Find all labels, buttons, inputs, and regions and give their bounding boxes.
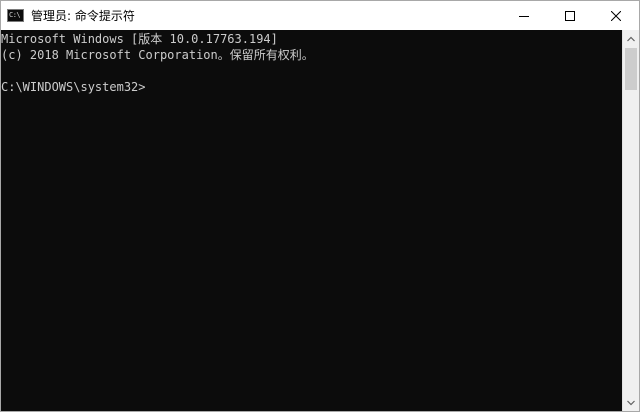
console-output[interactable]: Microsoft Windows [版本 10.0.17763.194] (c… (1, 30, 622, 411)
scrollbar-thumb[interactable] (625, 48, 637, 90)
minimize-icon (519, 15, 529, 17)
maximize-icon (565, 10, 575, 21)
minimize-button[interactable] (501, 1, 547, 30)
console-line-version: Microsoft Windows [版本 10.0.17763.194] (1, 32, 278, 46)
maximize-button[interactable] (547, 1, 593, 30)
command-prompt-line[interactable]: C:\WINDOWS\system32> (1, 79, 622, 95)
chevron-down-icon (627, 400, 635, 405)
console-line-copyright: (c) 2018 Microsoft Corporation。保留所有权利。 (1, 48, 314, 62)
close-icon (611, 10, 621, 21)
chevron-up-icon (627, 36, 635, 41)
vertical-scrollbar[interactable] (622, 30, 639, 411)
window-controls (501, 1, 639, 30)
window-title: 管理员: 命令提示符 (31, 9, 135, 23)
close-button[interactable] (593, 1, 639, 30)
cmd-app-icon[interactable]: C:\ (7, 9, 24, 22)
scroll-up-button[interactable] (623, 30, 639, 47)
command-prompt-window: C:\ 管理员: 命令提示符 Microsoft Windows [版本 10.… (0, 0, 640, 412)
scroll-down-button[interactable] (623, 394, 639, 411)
title-bar[interactable]: C:\ 管理员: 命令提示符 (1, 1, 639, 30)
